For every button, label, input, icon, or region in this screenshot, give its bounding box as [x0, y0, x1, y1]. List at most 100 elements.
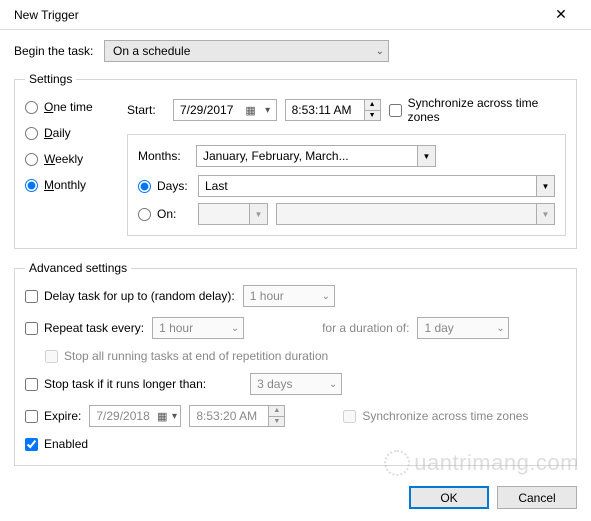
chevron-down-icon: ▾ — [169, 411, 181, 422]
chevron-down-icon: ⌄ — [227, 323, 243, 334]
time-spinner: ▲ ▼ — [268, 406, 284, 426]
spinner-down-icon[interactable]: ▼ — [365, 111, 380, 121]
expire-input[interactable] — [25, 410, 38, 423]
sync-timezone2-input — [343, 410, 356, 423]
calendar-icon: ▦ — [156, 410, 169, 423]
dialog-footer: OK Cancel — [0, 478, 591, 521]
start-label: Start: — [127, 103, 165, 117]
expire-label: Expire: — [44, 409, 81, 423]
days-value: Last — [205, 179, 228, 193]
chevron-down-icon: ▼ — [536, 204, 554, 224]
repeat-checkbox[interactable]: Repeat task every: — [25, 321, 144, 335]
dialog-content: Begin the task: On a schedule ⌄ Settings… — [0, 30, 591, 466]
months-label: Months: — [138, 149, 188, 163]
enabled-label: Enabled — [44, 437, 88, 451]
duration-label: for a duration of: — [322, 321, 409, 335]
stop-longer-row: Stop task if it runs longer than: 3 days… — [25, 373, 566, 395]
chevron-down-icon: ▼ — [536, 176, 554, 196]
start-time-value: 8:53:11 AM — [286, 103, 364, 117]
days-label: Days: — [157, 179, 188, 193]
radio-one-time[interactable]: One time — [25, 100, 113, 114]
duration-value-dropdown: 1 day ⌄ — [417, 317, 509, 339]
enabled-checkbox[interactable]: Enabled — [25, 437, 88, 451]
enabled-input[interactable] — [25, 438, 38, 451]
spinner-down-icon: ▼ — [269, 417, 284, 427]
schedule-radio-group: One time Daily Weekly Monthly — [25, 96, 113, 236]
chevron-down-icon: ▼ — [417, 146, 435, 166]
radio-daily-input[interactable] — [25, 127, 38, 140]
stop-longer-checkbox[interactable]: Stop task if it runs longer than: — [25, 377, 206, 391]
stop-all-label: Stop all running tasks at end of repetit… — [64, 349, 328, 363]
start-date-value: 7/29/2017 — [174, 103, 242, 117]
radio-monthly[interactable]: Monthly — [25, 178, 113, 192]
radio-days[interactable]: Days: — [138, 179, 190, 193]
start-time-picker[interactable]: 8:53:11 AM ▲ ▼ — [285, 99, 381, 121]
calendar-icon: ▦ — [242, 104, 260, 117]
time-spinner[interactable]: ▲ ▼ — [364, 100, 380, 120]
repeat-input[interactable] — [25, 322, 38, 335]
cancel-button[interactable]: Cancel — [497, 486, 577, 509]
ok-button[interactable]: OK — [409, 486, 489, 509]
stop-longer-label: Stop task if it runs longer than: — [44, 377, 206, 391]
radio-on-input[interactable] — [138, 208, 151, 221]
repeat-value: 1 hour — [159, 321, 193, 335]
months-dropdown[interactable]: January, February, March... ▼ — [196, 145, 436, 167]
delay-row: Delay task for up to (random delay): 1 h… — [25, 285, 566, 307]
on-row: On: ▼ ▼ — [138, 203, 555, 225]
chevron-down-icon: ⌄ — [492, 323, 508, 334]
chevron-down-icon: ⌄ — [325, 379, 341, 390]
radio-one-time-input[interactable] — [25, 101, 38, 114]
delay-value-dropdown: 1 hour ⌄ — [243, 285, 335, 307]
radio-daily[interactable]: Daily — [25, 126, 113, 140]
spinner-up-icon[interactable]: ▲ — [365, 100, 380, 111]
sync-timezone-label: Synchronize across time zones — [408, 96, 566, 124]
delay-value: 1 hour — [250, 289, 284, 303]
stop-longer-input[interactable] — [25, 378, 38, 391]
advanced-legend: Advanced settings — [25, 261, 131, 275]
radio-days-input[interactable] — [138, 180, 151, 193]
on-weekday-dropdown: ▼ — [276, 203, 555, 225]
chevron-down-icon: ▾ — [260, 105, 276, 116]
begin-task-value: On a schedule — [113, 44, 190, 58]
delay-checkbox[interactable]: Delay task for up to (random delay): — [25, 289, 235, 303]
settings-legend: Settings — [25, 72, 76, 86]
radio-weekly[interactable]: Weekly — [25, 152, 113, 166]
expire-row: Expire: 7/29/2018 ▦ ▾ 8:53:20 AM ▲ ▼ Syn… — [25, 405, 566, 427]
chevron-down-icon: ⌄ — [376, 46, 384, 57]
begin-task-dropdown[interactable]: On a schedule ⌄ — [104, 40, 389, 62]
expire-checkbox[interactable]: Expire: — [25, 409, 81, 423]
spinner-up-icon: ▲ — [269, 406, 284, 417]
close-button[interactable]: ✕ — [541, 0, 581, 30]
repeat-value-dropdown: 1 hour ⌄ — [152, 317, 244, 339]
title-bar: New Trigger ✕ — [0, 0, 591, 30]
chevron-down-icon: ▼ — [249, 204, 267, 224]
sync-timezone2-label: Synchronize across time zones — [362, 409, 528, 423]
repeat-label: Repeat task every: — [44, 321, 144, 335]
sync-timezone-input[interactable] — [389, 104, 402, 117]
enabled-row: Enabled — [25, 437, 566, 451]
sync-timezone-checkbox[interactable]: Synchronize across time zones — [389, 96, 566, 124]
expire-time-value: 8:53:20 AM — [190, 409, 268, 423]
radio-monthly-input[interactable] — [25, 179, 38, 192]
stop-all-row: Stop all running tasks at end of repetit… — [45, 349, 566, 363]
delay-label: Delay task for up to (random delay): — [44, 289, 235, 303]
months-row: Months: January, February, March... ▼ — [138, 145, 555, 167]
days-dropdown[interactable]: Last ▼ — [198, 175, 555, 197]
start-row: Start: 7/29/2017 ▦ ▾ 8:53:11 AM ▲ ▼ — [127, 96, 566, 124]
expire-date-value: 7/29/2018 — [90, 409, 155, 423]
on-label: On: — [157, 207, 176, 221]
radio-on[interactable]: On: — [138, 207, 190, 221]
chevron-down-icon: ⌄ — [318, 291, 334, 302]
stop-longer-value-dropdown: 3 days ⌄ — [250, 373, 342, 395]
stop-longer-value: 3 days — [257, 377, 292, 391]
radio-weekly-input[interactable] — [25, 153, 38, 166]
expire-time-picker: 8:53:20 AM ▲ ▼ — [189, 405, 285, 427]
months-value: January, February, March... — [203, 149, 349, 163]
stop-all-checkbox: Stop all running tasks at end of repetit… — [45, 349, 328, 363]
begin-task-label: Begin the task: — [14, 44, 96, 58]
delay-input[interactable] — [25, 290, 38, 303]
window-title: New Trigger — [14, 8, 79, 22]
settings-group: Settings One time Daily Weekly Monthly — [14, 72, 577, 249]
start-date-picker[interactable]: 7/29/2017 ▦ ▾ — [173, 99, 277, 121]
expire-date-picker: 7/29/2018 ▦ ▾ — [89, 405, 181, 427]
